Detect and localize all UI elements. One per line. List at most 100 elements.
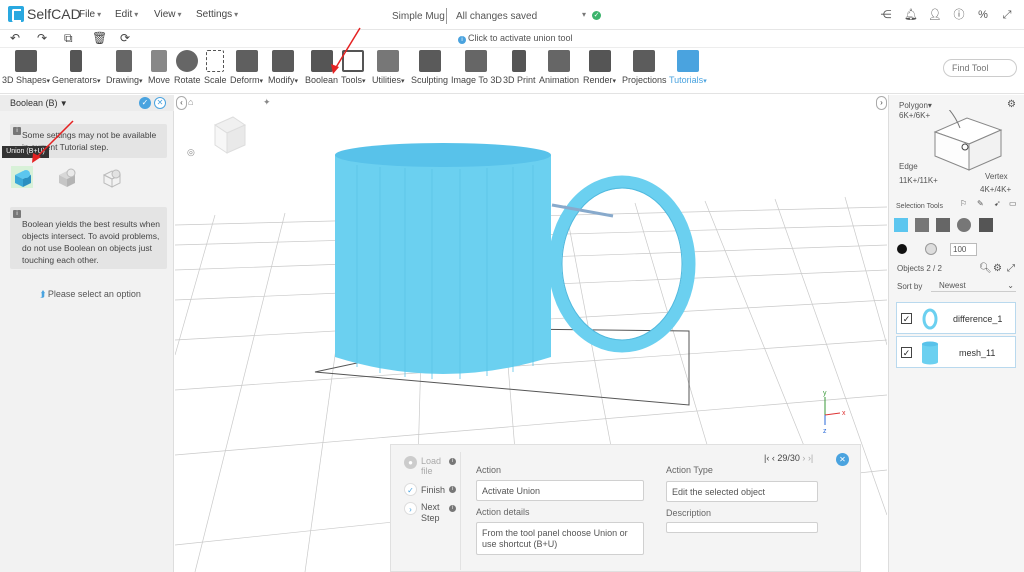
close-tutorial-icon[interactable]: ✕ <box>836 453 849 466</box>
box-select-icon[interactable]: ▭ <box>1009 199 1017 208</box>
description-label: Description <box>666 508 712 518</box>
select-edge-icon[interactable] <box>936 218 950 232</box>
lasso-select-icon[interactable]: ➹ <box>994 199 1001 208</box>
first-page-icon[interactable]: |‹ <box>764 453 769 463</box>
tool-generators[interactable]: Generators <box>52 50 101 85</box>
select-object-icon[interactable] <box>894 218 908 232</box>
selfcad-logo[interactable]: SelfCAD <box>8 6 81 22</box>
object-row-difference[interactable]: ✓ difference_1 <box>896 302 1016 334</box>
tool-deform[interactable]: Deform <box>230 50 263 85</box>
menu-file[interactable]: File <box>79 9 101 20</box>
prev-page-icon[interactable]: ‹ <box>772 453 775 463</box>
tool-modify[interactable]: Modify <box>268 50 298 85</box>
sort-select[interactable]: Newest ⌄ <box>931 279 1016 292</box>
find-tool-input[interactable] <box>943 59 1017 77</box>
document-title[interactable]: Simple Mug <box>392 11 445 22</box>
view-cube[interactable] <box>213 116 247 154</box>
polygon-mode[interactable]: Polygon▾ <box>899 101 932 110</box>
intersection-icon[interactable] <box>101 166 123 188</box>
tool-3d-print[interactable]: 3D Print <box>503 50 536 85</box>
cube-icon <box>15 50 38 72</box>
menu-edit[interactable]: Edit <box>115 9 138 20</box>
step-next[interactable]: › Next Step <box>404 502 454 524</box>
selection-mode-cube[interactable] <box>925 110 1007 180</box>
tool-image-to-3d[interactable]: Image To 3D <box>451 50 502 85</box>
select-all-icon[interactable] <box>979 218 993 232</box>
rotate-icon <box>176 50 199 72</box>
brush-pattern-icon[interactable] <box>925 243 937 255</box>
copy-icon[interactable]: ⧉ <box>64 31 73 46</box>
object-row-mesh[interactable]: ✓ mesh_11 <box>896 336 1016 368</box>
vertex-label[interactable]: Vertex <box>985 172 1008 181</box>
redo-icon[interactable]: ↷ <box>37 31 47 45</box>
menu-view[interactable]: View <box>154 9 182 20</box>
brush-size-input[interactable]: 100 <box>950 243 977 256</box>
info-icon[interactable]: ⓘ <box>953 9 965 21</box>
step-finish[interactable]: ✓ Finish <box>404 483 445 496</box>
trash-icon[interactable]: 🗑︎ <box>92 31 107 45</box>
paint-select-icon[interactable]: ⚐ <box>960 199 967 208</box>
select-face-icon[interactable] <box>915 218 929 232</box>
image-icon <box>465 50 488 72</box>
action-type-field: Edit the selected object <box>666 481 818 502</box>
tool-projections[interactable]: Projections <box>622 50 667 85</box>
refresh-icon[interactable]: ⟳ <box>120 31 130 45</box>
confirm-icon[interactable]: ✓ <box>139 97 151 109</box>
percent-icon[interactable]: % <box>977 9 989 21</box>
tool-render[interactable]: Render <box>583 50 616 85</box>
tool-tools[interactable]: Tools <box>341 50 366 85</box>
search-icon[interactable]: 🔍︎ <box>979 263 992 274</box>
boolean-panel-title[interactable]: Boolean (B) <box>10 98 68 108</box>
tutorial-pager: |‹ ‹ 29/30 › ›| <box>764 453 814 463</box>
fullscreen-icon[interactable]: ⤢ <box>1001 9 1013 21</box>
info-icon[interactable]: i <box>449 486 456 493</box>
step-load-file[interactable]: ● Load file <box>404 456 454 476</box>
brush-shape-icon[interactable] <box>897 244 907 254</box>
next-page-icon[interactable]: › <box>802 453 805 463</box>
tool-sculpting[interactable]: Sculpting <box>411 50 448 85</box>
union-icon[interactable] <box>11 166 33 188</box>
app-name: SelfCAD <box>27 6 81 22</box>
tool-boolean[interactable]: Boolean <box>305 50 338 85</box>
share-icon[interactable]: ⋲ <box>880 9 892 21</box>
info-icon[interactable]: i <box>449 458 456 465</box>
user-icon[interactable]: 👤︎ <box>928 9 942 21</box>
user-icon: ● <box>404 456 417 469</box>
last-page-icon[interactable]: ›| <box>808 453 813 463</box>
collapse-right-icon[interactable]: › <box>876 96 887 110</box>
brush-select-icon[interactable]: ✎ <box>977 199 984 208</box>
expand-icon[interactable]: ⤢ <box>1007 263 1015 274</box>
tool-hint[interactable]: i Click to activate union tool <box>458 33 573 44</box>
svg-text:z: z <box>823 428 827 435</box>
gear-icon[interactable]: ⚙ <box>1007 99 1016 110</box>
mesh-ring-handle[interactable] <box>548 175 696 353</box>
visibility-checkbox[interactable]: ✓ <box>901 347 912 358</box>
tool-scale[interactable]: Scale <box>204 50 227 85</box>
bell-icon[interactable]: 🔔︎ <box>904 9 918 21</box>
menu-settings[interactable]: Settings <box>196 9 238 20</box>
save-status: All changes saved <box>456 11 538 22</box>
details-field: From the tool panel choose Union or use … <box>476 522 644 555</box>
tool-3d-shapes[interactable]: 3D Shapes <box>2 50 50 85</box>
tool-animation[interactable]: Animation <box>539 50 579 85</box>
tool-drawing[interactable]: Drawing <box>106 50 143 85</box>
select-vertex-icon[interactable] <box>957 218 971 232</box>
home-icon: ⌂ <box>188 97 193 107</box>
mesh-cylinder-body[interactable] <box>335 155 551 374</box>
check-icon: ✓ <box>404 483 417 496</box>
tool-move[interactable]: Move <box>148 50 170 85</box>
gear-icon[interactable]: ⚙ <box>993 263 1002 274</box>
tool-rotate[interactable]: Rotate <box>174 50 201 85</box>
visibility-checkbox[interactable]: ✓ <box>901 313 912 324</box>
collapse-left-icon[interactable]: ‹ <box>176 96 187 110</box>
undo-icon[interactable]: ↶ <box>10 31 20 45</box>
details-label: Action details <box>476 507 530 517</box>
edge-label[interactable]: Edge <box>899 162 918 171</box>
info-icon[interactable]: i <box>449 505 456 512</box>
union-tooltip: Union (B+U) <box>2 146 49 158</box>
tool-tutorials[interactable]: Tutorials <box>669 50 707 85</box>
difference-icon[interactable] <box>56 166 78 188</box>
chevron-down-icon[interactable]: ▾ <box>582 10 586 19</box>
tool-utilities[interactable]: Utilities <box>372 50 405 85</box>
close-icon[interactable]: ✕ <box>154 97 166 109</box>
